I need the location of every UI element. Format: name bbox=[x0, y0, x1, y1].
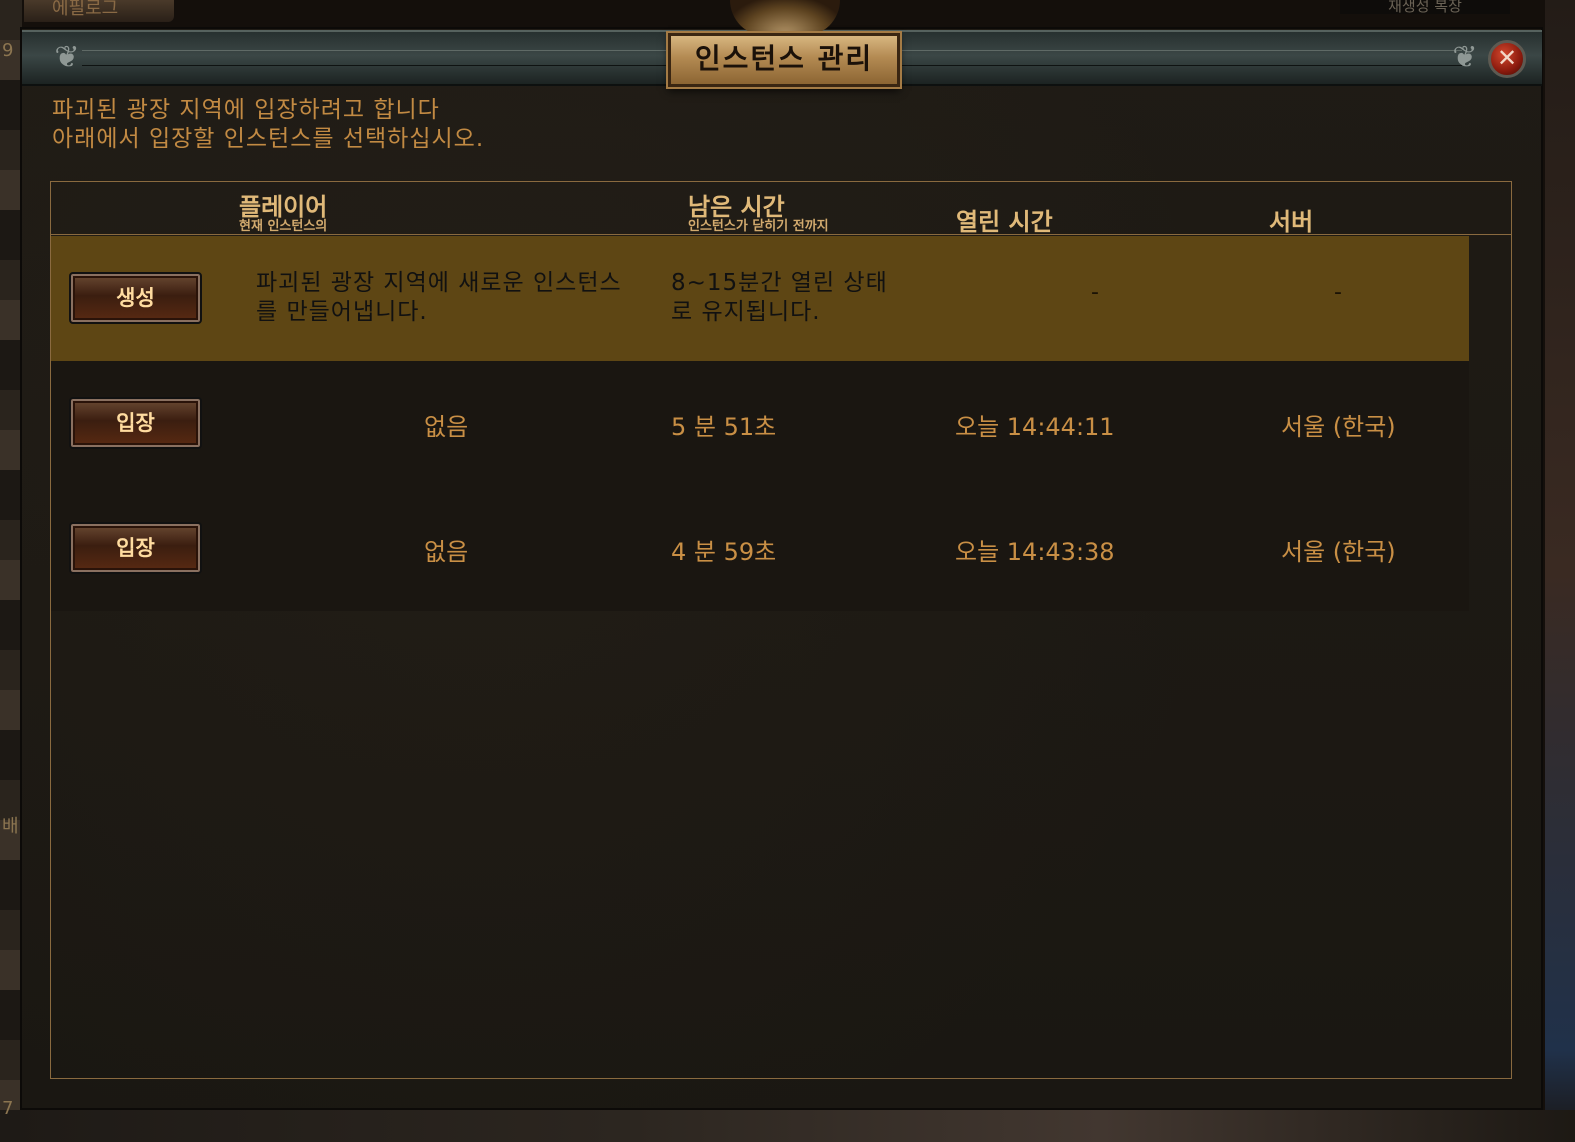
intro-text: 파괴된 광장 지역에 입장하려고 합니다 아래에서 입장할 인스턴스를 선택하십… bbox=[52, 96, 484, 154]
players-cell: 없음 bbox=[424, 538, 469, 566]
enter-button[interactable]: 입장 bbox=[69, 397, 202, 449]
background-right-edge bbox=[1545, 0, 1575, 1142]
background-top-right-text: 재생성 복장 bbox=[1340, 0, 1510, 14]
create-description-line-1: 파괴된 광장 지역에 새로운 인스턴스 bbox=[256, 270, 622, 296]
opened-cell: 오늘 14:44:11 bbox=[955, 413, 1115, 441]
background-left-edge bbox=[0, 0, 22, 1142]
create-button[interactable]: 생성 bbox=[69, 272, 202, 324]
background-tab: 에필로그 bbox=[24, 0, 174, 22]
intro-line-1: 파괴된 광장 지역에 입장하려고 합니다 bbox=[52, 97, 440, 123]
background-bottom-edge bbox=[0, 1110, 1575, 1142]
create-server: - bbox=[1334, 280, 1342, 305]
table-row: 입장 없음 4 분 59초 오늘 14:43:38 서울 (한국) bbox=[51, 486, 1469, 611]
server-cell: 서울 (한국) bbox=[1281, 538, 1396, 566]
enter-button[interactable]: 입장 bbox=[69, 522, 202, 574]
header-server: 서버 bbox=[1269, 208, 1314, 236]
background-number: 7 bbox=[2, 1098, 14, 1119]
title-plaque: 인스턴스 관리 bbox=[668, 33, 900, 87]
create-description-line-2: 를 만들어냅니다. bbox=[256, 299, 428, 325]
left-ornament-icon: ❦ bbox=[54, 40, 80, 75]
players-cell: 없음 bbox=[424, 413, 469, 441]
close-button[interactable]: ✕ bbox=[1488, 40, 1526, 78]
opened-cell: 오늘 14:43:38 bbox=[955, 538, 1115, 566]
create-time-line-1: 8~15분간 열린 상태 bbox=[671, 270, 888, 296]
table-row: 입장 없음 5 분 51초 오늘 14:44:11 서울 (한국) bbox=[51, 361, 1469, 486]
server-cell: 서울 (한국) bbox=[1281, 413, 1396, 441]
table-header: 플레이어 현재 인스턴스의 남은 시간 인스턴스가 닫히기 전까지 열린 시간 … bbox=[51, 182, 1511, 236]
time-left-cell: 4 분 59초 bbox=[671, 538, 777, 566]
header-opened: 열린 시간 bbox=[956, 208, 1053, 236]
header-players-sub: 현재 인스턴스의 bbox=[239, 219, 328, 234]
create-description: 파괴된 광장 지역에 새로운 인스턴스 를 만들어냅니다. bbox=[256, 269, 622, 327]
background-number: 9 bbox=[2, 40, 14, 61]
time-left-cell: 5 분 51초 bbox=[671, 413, 777, 441]
create-opened: - bbox=[1091, 280, 1099, 305]
intro-line-2: 아래에서 입장할 인스턴스를 선택하십시오. bbox=[52, 126, 485, 152]
dialog-title: 인스턴스 관리 bbox=[694, 42, 874, 75]
create-time-note: 8~15분간 열린 상태 로 유지됩니다. bbox=[671, 269, 888, 327]
background-char: 배 bbox=[2, 816, 19, 837]
right-ornament-icon: ❦ bbox=[1452, 40, 1478, 75]
create-time-line-2: 로 유지됩니다. bbox=[671, 299, 821, 325]
header-time-left-sub: 인스턴스가 닫히기 전까지 bbox=[688, 219, 829, 234]
close-icon: ✕ bbox=[1496, 44, 1518, 72]
table-row-create: 생성 파괴된 광장 지역에 새로운 인스턴스 를 만들어냅니다. 8~15분간 … bbox=[51, 236, 1469, 361]
